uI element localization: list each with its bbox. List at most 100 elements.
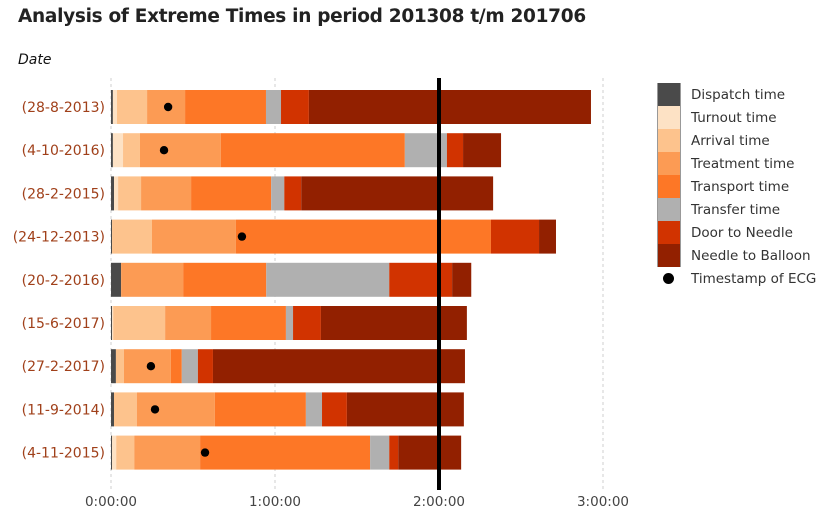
category-label: (4-11-2015): [22, 446, 105, 462]
ecg-timestamp-marker: [146, 362, 156, 371]
x-tick-label: 0:00:00: [85, 494, 137, 510]
bar-segment-needle-to-balloon: [301, 176, 494, 211]
bar-segment-dispatch-time: [111, 392, 115, 427]
ecg-timestamp-marker: [159, 146, 169, 155]
bar-segment-door-to-needle: [281, 90, 309, 124]
x-tick-label: 2:00:00: [413, 494, 465, 510]
category-label: (20-2-2016): [22, 273, 105, 289]
bar-segment-door-to-needle: [284, 176, 302, 211]
bar-segment-arrival-time: [117, 90, 148, 124]
category-label: (28-2-2015): [22, 186, 105, 202]
bar-segment-needle-to-balloon: [212, 349, 465, 384]
category-label: (15-6-2017): [22, 316, 105, 332]
bar-segment-transport-time: [211, 306, 286, 340]
legend-label: Needle to Balloon: [691, 247, 811, 264]
bar-segment-door-to-needle: [490, 219, 540, 254]
bar-segment-arrival-time: [116, 435, 135, 470]
bar-segment-treatment-time: [152, 219, 236, 254]
bar-segment-needle-to-balloon: [452, 262, 472, 297]
legend-label: Transport time: [691, 178, 790, 195]
bar-segment-arrival-time: [112, 219, 152, 254]
legend-item: Timestamp of ECG: [657, 267, 816, 290]
bar-segment-treatment-time: [139, 133, 221, 168]
legend-item: Dispatch time: [657, 83, 816, 106]
legend-item: Turnout time: [657, 106, 816, 129]
legend-label: Treatment time: [691, 155, 795, 172]
ecg-timestamp-marker: [237, 232, 247, 241]
bar-segment-turnout-time: [112, 133, 124, 168]
bar-segment-needle-to-balloon: [463, 133, 502, 168]
legend-label: Turnout time: [691, 109, 777, 126]
ecg-timestamp-marker: [150, 405, 160, 414]
x-tick-labels: 0:00:00 1:00:00 2:00:00 3:00:00: [85, 494, 629, 510]
legend: Dispatch time Turnout time Arrival time Tre…: [657, 83, 816, 290]
category-label: (4-10-2016): [22, 143, 105, 159]
category-label: (27-2-2017): [22, 359, 105, 375]
bar-segment-transport-time: [191, 176, 272, 211]
bar-segment-transfer-time: [305, 392, 323, 427]
bar-segment-transport-time: [183, 262, 267, 297]
bar-segment-transport-time: [235, 219, 491, 254]
bar-segment-needle-to-balloon: [398, 435, 462, 470]
x-tick-label: 1:00:00: [249, 494, 301, 510]
bar-segment-treatment-time: [121, 262, 184, 297]
bar-segment-dispatch-time: [111, 349, 116, 384]
bar-segment-door-to-needle: [446, 133, 464, 168]
bar-segment-turnout-time: [112, 90, 118, 124]
bar-segment-turnout-time: [112, 435, 117, 470]
bar-segment-dispatch-time: [111, 133, 113, 168]
bar-segment-transport-time: [200, 435, 371, 470]
bar-segment-arrival-time: [118, 176, 142, 211]
bar-segment-transport-time: [185, 90, 266, 124]
bar-segment-needle-to-balloon: [346, 392, 464, 427]
legend-swatch: [657, 221, 681, 244]
legend-label: Dispatch time: [691, 86, 786, 103]
category-label: (28-8-2013): [22, 100, 105, 116]
bar-segment-treatment-time: [141, 176, 192, 211]
legend-label: Timestamp of ECG: [691, 270, 817, 287]
category-label: (11-9-2014): [22, 402, 105, 418]
legend-swatch: [657, 152, 681, 175]
legend-label: Arrival time: [691, 132, 770, 149]
bar-segment-needle-to-balloon: [308, 90, 591, 124]
bar-segment-transfer-time: [285, 306, 294, 340]
bar-segment-dispatch-time: [111, 90, 113, 124]
legend-item: Transfer time: [657, 198, 816, 221]
bar-segment-turnout-time: [114, 176, 119, 211]
bar-segment-door-to-needle: [389, 435, 399, 470]
bar-segment-treatment-time: [136, 392, 215, 427]
bar-segment-treatment-time: [134, 435, 201, 470]
bar-segment-needle-to-balloon: [320, 306, 467, 340]
ecg-timestamp-marker: [163, 102, 173, 112]
legend-dot-icon: [663, 273, 674, 284]
bar-segment-transport-time: [220, 133, 405, 168]
legend-label: Door to Needle: [691, 224, 793, 241]
legend-item: Transport time: [657, 175, 816, 198]
legend-item: Arrival time: [657, 129, 816, 152]
bar-segment-treatment-time: [165, 306, 212, 340]
legend-label: Transfer time: [691, 201, 781, 218]
bar-segment-transfer-time: [181, 349, 198, 384]
bar-segment-transfer-time: [370, 435, 390, 470]
legend-swatch: [657, 244, 681, 267]
bar-segment-transfer-time: [265, 90, 282, 124]
legend-swatch: [657, 83, 681, 106]
bar-segment-door-to-needle: [389, 262, 453, 297]
bar-segment-transport-time: [170, 349, 182, 384]
ecg-timestamp-marker: [200, 448, 210, 457]
legend-item: Door to Needle: [657, 221, 816, 244]
legend-item: Needle to Balloon: [657, 244, 816, 267]
bar-segment-door-to-needle: [197, 349, 213, 384]
bar-segment-arrival-time: [114, 392, 137, 427]
bar-segment-transfer-time: [271, 176, 285, 211]
bar-segment-dispatch-time: [111, 219, 113, 254]
bar-segment-arrival-time: [115, 349, 124, 384]
bar-segment-dispatch-time: [111, 306, 113, 340]
bars: [111, 90, 591, 470]
bar-segment-turnout-time: [112, 306, 114, 340]
bar-segment-transport-time: [214, 392, 306, 427]
bar-segment-dispatch-time: [111, 435, 113, 470]
bar-segment-arrival-time: [113, 306, 166, 340]
bar-segment-arrival-time: [123, 133, 140, 168]
category-labels: (28-8-2013) (4-10-2016) (28-2-2015) (24-12-…: [13, 100, 105, 462]
